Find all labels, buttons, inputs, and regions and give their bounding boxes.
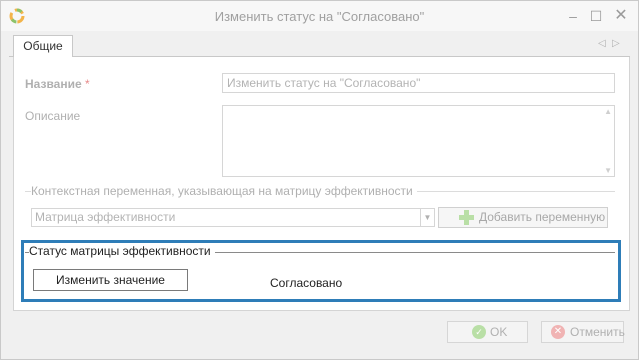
cancel-label: Отменить	[570, 325, 625, 339]
minimize-button[interactable]: –	[562, 6, 584, 26]
tab-strip: Общие ◁ ▷	[9, 35, 630, 58]
tab-next-icon[interactable]: ▷	[612, 38, 620, 49]
ok-button[interactable]: ✓ OK	[447, 321, 528, 343]
title-bar: Изменить статус на "Согласовано" – ☐ ✕	[1, 1, 638, 31]
description-label: Описание	[25, 109, 81, 123]
ok-label: OK	[490, 325, 508, 339]
close-circle-icon: ✕	[551, 325, 565, 339]
status-value: Согласовано	[270, 276, 343, 290]
name-label-text: Название	[25, 77, 82, 91]
context-group-label: Контекстная переменная, указывающая на м…	[31, 184, 417, 198]
tab-general[interactable]: Общие	[13, 35, 73, 58]
required-mark: *	[85, 77, 90, 91]
plus-icon	[459, 210, 474, 225]
add-variable-button[interactable]: Добавить переменную	[438, 207, 608, 228]
close-button[interactable]: ✕	[610, 6, 632, 26]
matrix-select-value: Матрица эффективности	[35, 210, 176, 224]
name-label: Название *	[25, 77, 90, 91]
status-group-label: Статус матрицы эффективности	[29, 244, 215, 258]
name-input[interactable]: Изменить статус на "Согласовано"	[222, 73, 615, 93]
maximize-button[interactable]: ☐	[585, 6, 607, 26]
check-circle-icon: ✓	[472, 325, 486, 339]
tab-prev-icon[interactable]: ◁	[598, 38, 606, 49]
cancel-button[interactable]: ✕ Отменить	[541, 321, 625, 343]
window-title: Изменить статус на "Согласовано"	[214, 9, 425, 24]
matrix-select[interactable]: Матрица эффективности ▼	[31, 208, 435, 227]
description-textarea[interactable]	[222, 105, 615, 177]
dialog-window: Изменить статус на "Согласовано" – ☐ ✕ О…	[0, 0, 639, 360]
chevron-down-icon[interactable]: ▼	[420, 209, 434, 226]
add-variable-label: Добавить переменную	[479, 210, 606, 224]
change-value-button[interactable]: Изменить значение	[33, 269, 188, 291]
